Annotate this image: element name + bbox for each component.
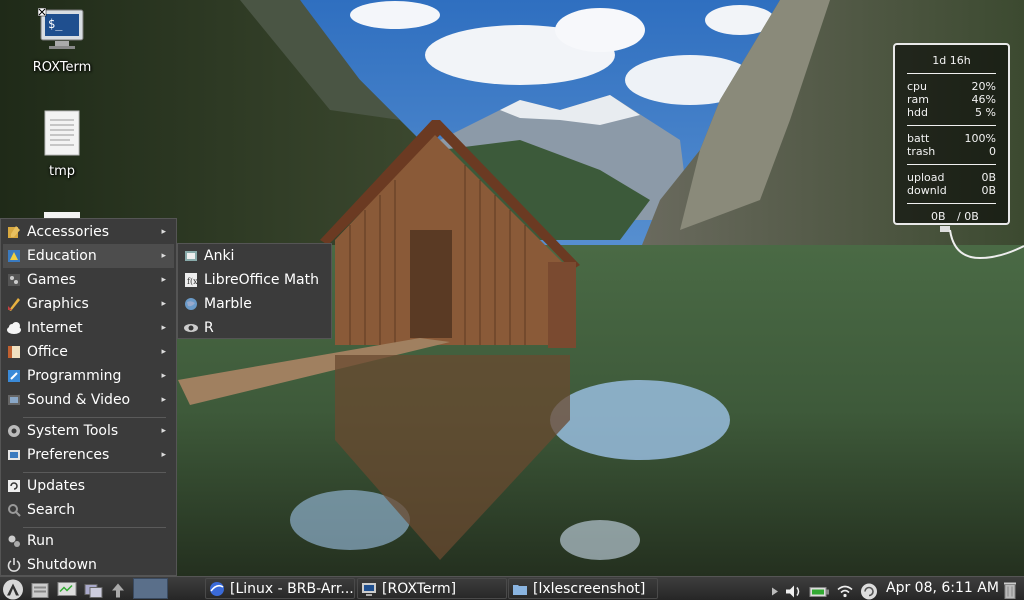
internet-icon bbox=[7, 322, 21, 334]
preferences-icon bbox=[8, 450, 20, 460]
graphics-icon bbox=[8, 298, 20, 311]
chevron-right-icon: ▸ bbox=[161, 450, 166, 460]
menu-item-accessories[interactable]: Accessories ▸ bbox=[3, 220, 174, 244]
accessories-icon bbox=[8, 226, 20, 238]
task-button-browser[interactable]: [Linux - BRB-Arr... bbox=[205, 578, 355, 599]
system-monitor-icon[interactable] bbox=[57, 579, 77, 602]
anki-icon bbox=[185, 251, 197, 261]
menu-item-games[interactable]: Games ▸ bbox=[3, 268, 174, 292]
chevron-right-icon: ▸ bbox=[161, 323, 166, 333]
programming-icon bbox=[8, 370, 20, 382]
chevron-right-icon: ▸ bbox=[161, 426, 166, 436]
application-menu: Accessories ▸ Education ▸ Games ▸ Graphics ▸… bbox=[0, 218, 177, 576]
system-tools-icon bbox=[8, 425, 20, 437]
menu-item-updates[interactable]: Updates bbox=[3, 474, 174, 498]
office-icon bbox=[8, 346, 20, 358]
show-desktop-icon[interactable] bbox=[84, 579, 104, 602]
updates-icon bbox=[8, 480, 20, 492]
task-button-roxterm[interactable]: [ROXTerm] bbox=[357, 578, 507, 599]
widget-cable bbox=[940, 226, 1024, 260]
menu-item-shutdown[interactable]: Shutdown bbox=[3, 553, 174, 577]
task-button-lxlescreenshot[interactable]: [lxlescreenshot] bbox=[508, 578, 658, 599]
text-file-icon bbox=[44, 110, 80, 156]
desktop-icon-label: tmp bbox=[48, 164, 75, 179]
trash-icon[interactable] bbox=[1002, 578, 1018, 601]
stat-cpu: cpu 20% bbox=[907, 80, 996, 93]
menu-item-office[interactable]: Office ▸ bbox=[3, 340, 174, 364]
stat-ram: ram 46% bbox=[907, 93, 996, 106]
start-menu-icon[interactable] bbox=[2, 578, 24, 601]
file-manager-icon[interactable] bbox=[31, 579, 49, 602]
stat-trash: trash 0 bbox=[907, 145, 996, 158]
desktop-icon-roxterm[interactable]: $_ ROXTerm bbox=[17, 7, 107, 75]
desktop-icon-tmp[interactable]: tmp bbox=[17, 110, 107, 179]
education-icon bbox=[8, 250, 20, 262]
menu-item-internet[interactable]: Internet ▸ bbox=[3, 316, 174, 340]
submenu-item-anki[interactable]: Anki bbox=[180, 244, 329, 268]
shutdown-icon bbox=[7, 558, 21, 572]
desktop-icon-label: ROXTerm bbox=[32, 60, 92, 75]
uptime-text: 1d 16h bbox=[932, 54, 971, 67]
stat-downld: downld 0B bbox=[907, 184, 996, 197]
terminal-icon bbox=[362, 583, 376, 596]
menu-item-search[interactable]: Search bbox=[3, 498, 174, 522]
submenu-item-r[interactable]: R bbox=[180, 316, 329, 340]
submenu-item-libreoffice-math[interactable]: f(x) LibreOffice Math bbox=[180, 268, 329, 292]
folder-icon bbox=[513, 585, 527, 595]
browser-icon bbox=[210, 582, 224, 596]
chevron-right-icon: ▸ bbox=[161, 299, 166, 309]
stat-hdd: hdd 5 % bbox=[907, 106, 996, 119]
menu-item-run[interactable]: Run bbox=[3, 529, 174, 553]
libreoffice-math-icon: f(x) bbox=[185, 273, 199, 287]
menu-item-sound-video[interactable]: Sound & Video ▸ bbox=[3, 388, 174, 412]
menu-item-graphics[interactable]: Graphics ▸ bbox=[3, 292, 174, 316]
menu-item-education[interactable]: Education ▸ bbox=[3, 244, 174, 268]
run-icon bbox=[8, 535, 20, 547]
system-monitor-widget: 1d 16h cpu 20% ram 46% hdd 5 % batt 100% tra… bbox=[893, 43, 1010, 225]
terminal-icon: $_ bbox=[37, 7, 84, 49]
marble-globe-icon bbox=[185, 298, 197, 310]
svg-text:$_: $_ bbox=[48, 17, 63, 31]
menu-item-system-tools[interactable]: System Tools ▸ bbox=[3, 419, 174, 443]
workspace-pager[interactable] bbox=[133, 578, 168, 599]
arrow-up-icon[interactable] bbox=[110, 579, 126, 602]
education-submenu: Anki f(x) LibreOffice Math Marble R bbox=[177, 243, 332, 339]
clock[interactable]: Apr 08, 6:11 AM bbox=[886, 577, 999, 600]
menu-item-preferences[interactable]: Preferences ▸ bbox=[3, 443, 174, 467]
r-eye-icon bbox=[184, 324, 198, 332]
sound-video-icon bbox=[8, 395, 20, 405]
games-icon bbox=[8, 274, 20, 286]
taskbar: [Linux - BRB-Arr... [ROXTerm] [lxlescree… bbox=[0, 576, 1024, 600]
submenu-item-marble[interactable]: Marble bbox=[180, 292, 329, 316]
chevron-right-icon: ▸ bbox=[161, 251, 166, 261]
menu-item-programming[interactable]: Programming ▸ bbox=[3, 364, 174, 388]
chevron-right-icon: ▸ bbox=[161, 347, 166, 357]
search-icon bbox=[8, 504, 21, 517]
stat-batt: batt 100% bbox=[907, 132, 996, 145]
chevron-right-icon: ▸ bbox=[161, 395, 166, 405]
stat-upload: upload 0B bbox=[907, 171, 996, 184]
chevron-right-icon: ▸ bbox=[161, 275, 166, 285]
svg-text:f(x): f(x) bbox=[187, 277, 199, 286]
chevron-right-icon: ▸ bbox=[161, 227, 166, 237]
chevron-right-icon: ▸ bbox=[161, 371, 166, 381]
